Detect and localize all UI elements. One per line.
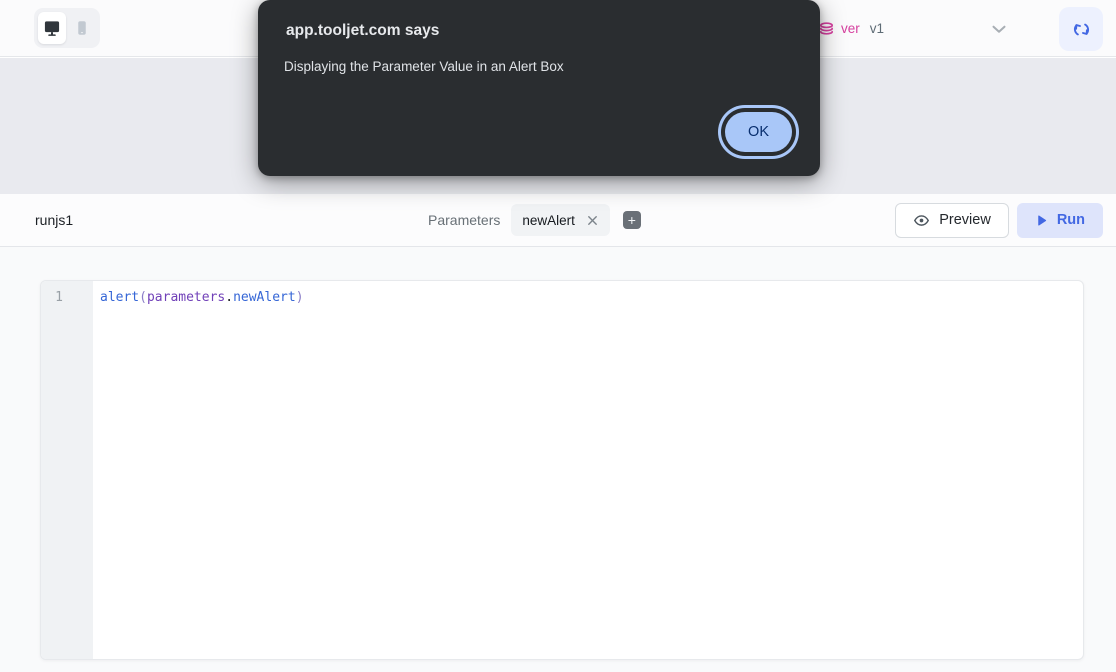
run-button-label: Run [1057,212,1085,228]
plus-icon: + [628,212,636,228]
preview-button-label: Preview [939,212,991,228]
play-triangle-icon [1035,214,1048,227]
code-token-function: alert [100,290,139,305]
editor-gutter: 1 [41,281,93,659]
remove-parameter-button[interactable] [586,214,599,227]
version-selector[interactable]: ver v1 [818,0,884,57]
promote-version-button[interactable] [1059,7,1103,51]
code-token-open-paren: ( [139,290,147,305]
alert-ok-button[interactable]: OK [725,112,792,152]
code-token-parameters: parameters [147,290,225,305]
query-editor-area: 1 alert(parameters.newAlert) [0,247,1116,672]
line-number: 1 [41,288,63,308]
query-name: runjs1 [35,194,73,246]
eye-icon [913,212,930,229]
layers-stack-icon [818,20,835,37]
parameter-tag-name: newAlert [522,213,575,228]
code-editor[interactable]: 1 alert(parameters.newAlert) [40,280,1084,660]
mobile-mode-button[interactable] [68,12,96,44]
alert-dialog-title: app.tooljet.com says [286,22,792,40]
chevron-down-icon [988,18,1010,40]
code-token-close-paren: ) [296,290,304,305]
run-button[interactable]: Run [1017,203,1103,238]
code-token-property: newAlert [233,290,296,305]
query-panel-header: runjs1 Parameters newAlert + [0,194,1116,247]
preview-button[interactable]: Preview [895,203,1009,238]
parameters-section: Parameters newAlert + [428,194,641,246]
query-actions: Preview Run [895,194,1103,246]
device-mode-toggle[interactable] [34,8,100,48]
parameter-tag[interactable]: newAlert [511,204,610,236]
code-token-dot: . [225,290,233,305]
sync-arrows-icon [1072,20,1091,39]
parameters-label: Parameters [428,212,500,228]
desktop-mode-button[interactable] [38,12,66,44]
code-line: alert(parameters.newAlert) [100,288,1083,308]
browser-alert-dialog: app.tooljet.com says Displaying the Para… [258,0,820,176]
add-parameter-button[interactable]: + [623,211,641,229]
desktop-monitor-icon [42,18,62,38]
header-expand-control[interactable] [986,17,1012,41]
editor-code-content[interactable]: alert(parameters.newAlert) [93,281,1083,659]
mobile-phone-icon [73,19,91,37]
version-label: ver [841,21,860,36]
alert-dialog-message: Displaying the Parameter Value in an Ale… [284,59,792,74]
close-x-icon [586,214,599,227]
version-value: v1 [870,21,884,36]
